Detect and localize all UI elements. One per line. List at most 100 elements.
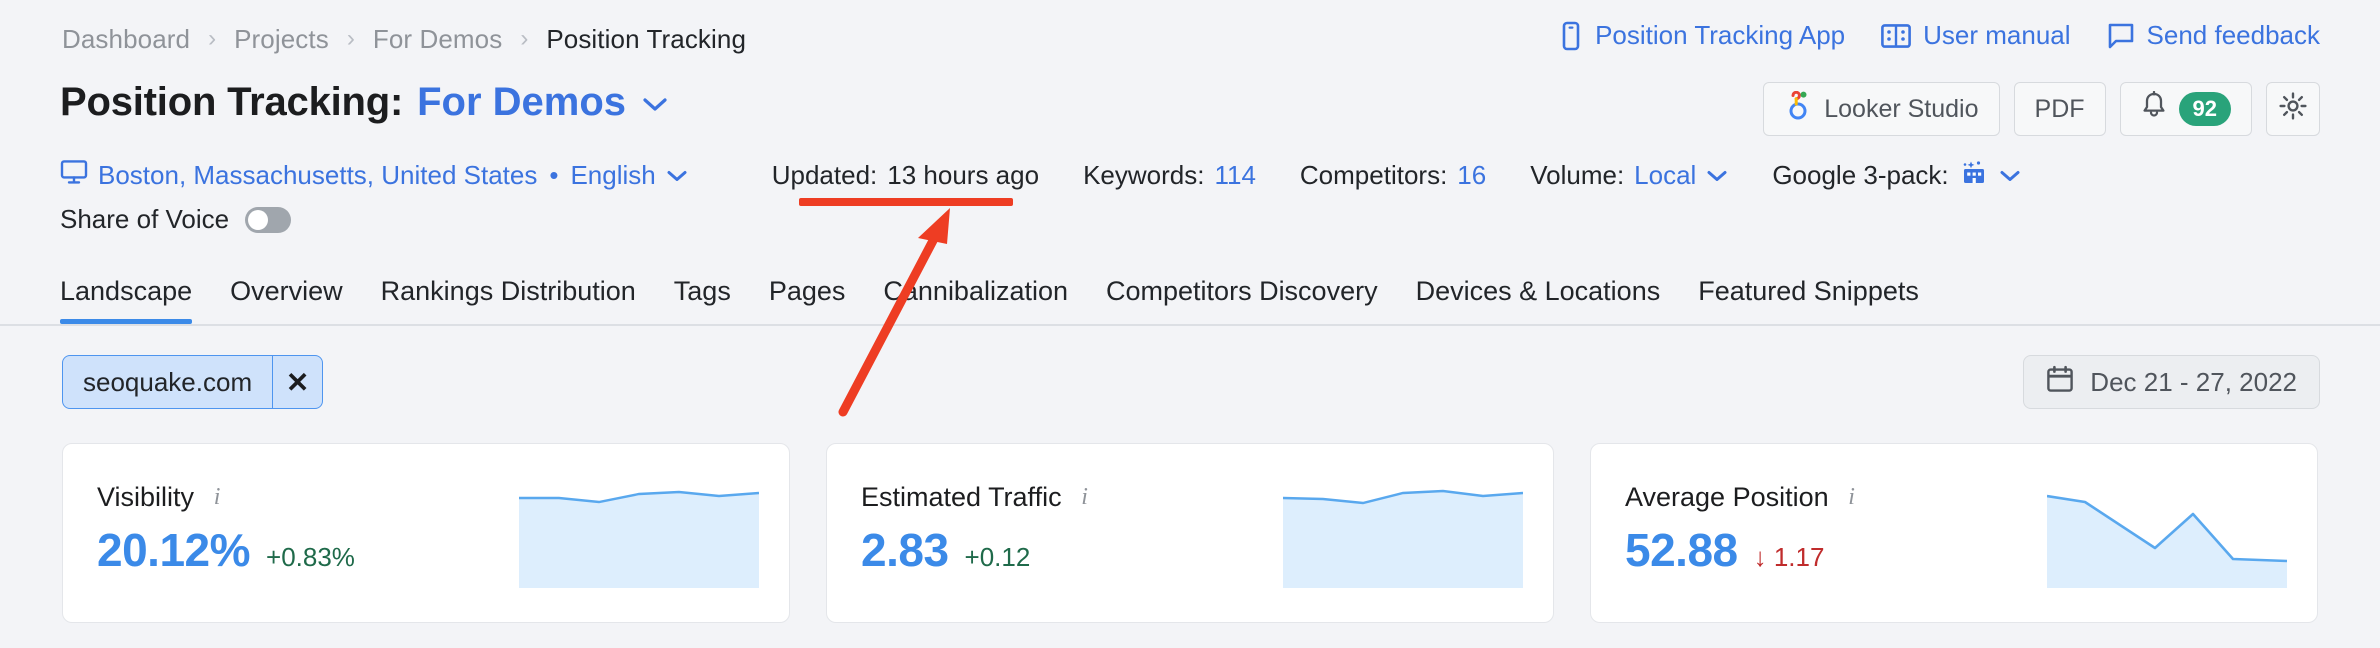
sparkline-estimated-traffic: [1283, 480, 1523, 588]
chevron-down-icon[interactable]: [1999, 163, 2021, 189]
card-title-label: Estimated Traffic: [861, 482, 1062, 512]
card-title-label: Visibility: [97, 482, 195, 512]
tab-label: Rankings Distribution: [380, 276, 636, 306]
metric-cards: Visibility i 20.12% +0.83% Estimated Tra…: [62, 443, 2318, 623]
competitors-count[interactable]: Competitors: 16: [1300, 160, 1486, 191]
looker-studio-icon: [1784, 90, 1812, 128]
position-tracking-app-label: Position Tracking App: [1595, 20, 1846, 50]
local-pack-icon: [1959, 158, 1989, 193]
chevron-down-icon[interactable]: [1706, 163, 1728, 189]
tab-label: Devices & Locations: [1415, 276, 1661, 306]
breadcrumb-item-for-demos[interactable]: For Demos: [373, 24, 502, 55]
breadcrumb-separator: ›: [208, 24, 217, 52]
tab-label: Tags: [673, 276, 731, 306]
card-title-label: Average Position: [1625, 482, 1829, 512]
card-content: Average Position i 52.88 ↓ 1.17: [1625, 482, 1863, 577]
sparkline-visibility: [519, 480, 759, 588]
tab-label: Cannibalization: [883, 276, 1069, 306]
location-label: Boston, Massachusetts, United States: [98, 160, 538, 190]
domain-chip-label: seoquake.com: [83, 366, 253, 397]
breadcrumb: Dashboard › Projects › For Demos › Posit…: [62, 24, 746, 55]
google-3pack-label: Google 3-pack:: [1772, 160, 1949, 190]
share-of-voice-toggle[interactable]: [245, 206, 292, 233]
card-delta: +0.12: [964, 542, 1031, 572]
keywords-value: 114: [1214, 160, 1256, 190]
keywords-label: Keywords:: [1083, 160, 1205, 190]
tab-featured-snippets[interactable]: Featured Snippets: [1698, 276, 1919, 324]
page-title-prefix: Position Tracking:: [60, 80, 404, 124]
sparkline-average-position: [2047, 480, 2287, 588]
settings-button[interactable]: [2266, 82, 2320, 136]
page-actions: Looker Studio PDF 92: [1763, 82, 2320, 136]
tab-label: Competitors Discovery: [1106, 276, 1378, 306]
tab-tags[interactable]: Tags: [674, 276, 731, 324]
tab-competitors-discovery[interactable]: Competitors Discovery: [1106, 276, 1378, 324]
pdf-label: PDF: [2034, 94, 2085, 123]
metric-card-visibility[interactable]: Visibility i 20.12% +0.83%: [62, 443, 790, 623]
tab-landscape[interactable]: Landscape: [60, 276, 193, 324]
bell-icon: [2141, 90, 2167, 128]
card-header: Average Position i: [1625, 482, 1863, 513]
tab-label: Pages: [768, 276, 846, 306]
metric-card-estimated-traffic[interactable]: Estimated Traffic i 2.83 +0.12: [826, 443, 1554, 623]
location-selector[interactable]: Boston, Massachusetts, United States • E…: [60, 159, 688, 192]
tab-label: Landscape: [60, 276, 193, 306]
share-of-voice-label: Share of Voice: [60, 204, 230, 234]
competitors-value: 16: [1457, 160, 1487, 190]
breadcrumb-item-projects[interactable]: Projects: [234, 24, 329, 55]
info-icon[interactable]: i: [1841, 484, 1863, 510]
annotation-underline: [799, 198, 1013, 206]
volume-selector[interactable]: Volume: Local: [1530, 160, 1728, 191]
language-label: English: [570, 160, 656, 190]
chat-bubble-icon: [2107, 22, 2135, 50]
date-range-label: Dec 21 - 27, 2022: [2090, 366, 2297, 397]
updated-label: Updated:: [771, 160, 878, 190]
meta-separator-dot: •: [549, 160, 559, 190]
breadcrumb-separator: ›: [520, 24, 529, 52]
last-updated: Updated: 13 hours ago: [772, 160, 1039, 191]
info-icon[interactable]: i: [1074, 484, 1096, 510]
tab-devices-and-locations[interactable]: Devices & Locations: [1416, 276, 1661, 324]
notifications-badge: 92: [2178, 92, 2231, 126]
gear-icon: [2278, 91, 2308, 128]
google-3pack-selector[interactable]: Google 3-pack:: [1772, 158, 2020, 193]
notifications-button[interactable]: 92: [2119, 82, 2252, 136]
pdf-button[interactable]: PDF: [2013, 82, 2106, 136]
card-content: Estimated Traffic i 2.83 +0.12: [861, 482, 1096, 577]
metric-card-average-position[interactable]: Average Position i 52.88 ↓ 1.17: [1590, 443, 2318, 623]
user-manual-label: User manual: [1923, 20, 2071, 50]
tab-rankings-distribution[interactable]: Rankings Distribution: [381, 276, 636, 324]
breadcrumb-item-dashboard[interactable]: Dashboard: [62, 24, 190, 55]
share-of-voice-row: Share of Voice: [60, 204, 292, 235]
send-feedback-label: Send feedback: [2146, 20, 2320, 50]
info-icon[interactable]: i: [206, 484, 228, 510]
card-value: 2.83: [861, 524, 949, 576]
domain-filter-chip[interactable]: seoquake.com ✕: [62, 355, 324, 409]
card-value-row: 2.83 +0.12: [861, 523, 1096, 577]
calendar-icon: [2046, 365, 2074, 400]
header-utility-links: Position Tracking App User manual Send f…: [1559, 20, 2320, 51]
toggle-knob: [248, 209, 269, 230]
keywords-count[interactable]: Keywords: 114: [1083, 160, 1256, 191]
date-range-picker[interactable]: Dec 21 - 27, 2022: [2023, 355, 2320, 409]
chevron-down-icon[interactable]: [666, 163, 688, 189]
chevron-down-icon[interactable]: [642, 88, 668, 119]
volume-value: Local: [1634, 160, 1697, 190]
close-icon[interactable]: ✕: [272, 356, 322, 408]
user-manual-link[interactable]: User manual: [1881, 20, 2071, 51]
project-meta-bar: Boston, Massachusetts, United States • E…: [60, 158, 2021, 193]
position-tracking-app-link[interactable]: Position Tracking App: [1559, 20, 1845, 51]
breadcrumb-item-position-tracking: Position Tracking: [546, 24, 747, 54]
send-feedback-link[interactable]: Send feedback: [2107, 20, 2320, 51]
card-value-row: 52.88 ↓ 1.17: [1625, 523, 1863, 577]
looker-studio-button[interactable]: Looker Studio: [1763, 82, 2000, 136]
tab-pages[interactable]: Pages: [769, 276, 846, 324]
page-title-project[interactable]: For Demos: [417, 80, 626, 125]
desktop-monitor-icon: [60, 159, 88, 192]
position-tracking-page: Dashboard › Projects › For Demos › Posit…: [0, 0, 2380, 648]
card-header: Estimated Traffic i: [861, 482, 1096, 513]
tab-cannibalization[interactable]: Cannibalization: [883, 276, 1068, 324]
tab-label: Overview: [230, 276, 343, 306]
breadcrumb-separator: ›: [346, 24, 355, 52]
tab-overview[interactable]: Overview: [230, 276, 343, 324]
